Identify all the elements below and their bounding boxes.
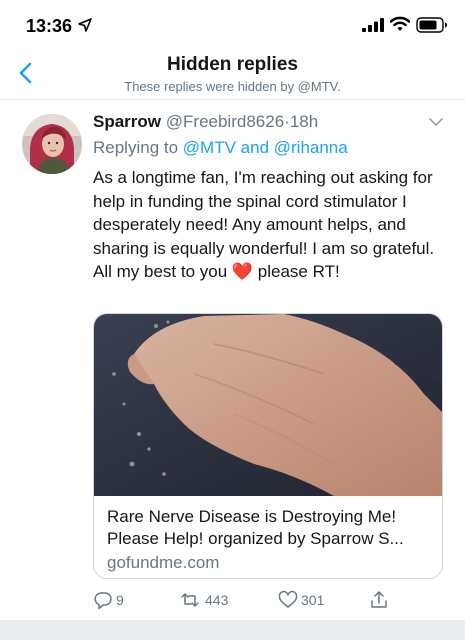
reply-icon: [94, 592, 112, 610]
card-text: Rare Nerve Disease is Destroying Me! Ple…: [107, 506, 433, 574]
tweet-time[interactable]: 18h: [290, 112, 318, 131]
status-bar: 13:36: [0, 0, 465, 48]
card-title: Rare Nerve Disease is Destroying Me! Ple…: [107, 507, 404, 548]
retweet-button[interactable]: 443: [178, 588, 228, 612]
retweet-icon: [181, 593, 199, 607]
link-card[interactable]: Rare Nerve Disease is Destroying Me! Ple…: [93, 313, 443, 579]
tweet-actions: 9 443 301: [93, 588, 443, 612]
reply-count: 9: [116, 592, 124, 608]
reply-button[interactable]: 9: [93, 588, 124, 612]
like-count: 301: [301, 592, 325, 608]
replying-to: Replying to @MTV and @rihanna: [93, 138, 348, 158]
avatar[interactable]: [22, 114, 82, 174]
status-time: 13:36: [26, 16, 73, 36]
mention-rihanna[interactable]: @rihanna: [274, 138, 348, 157]
heart-emoji: ❤️: [231, 262, 254, 281]
replying-and[interactable]: and: [236, 138, 274, 157]
wifi-icon: [390, 16, 410, 31]
signal-icon: [362, 18, 384, 32]
display-name[interactable]: Sparrow: [93, 112, 161, 131]
share-icon: [371, 591, 387, 608]
battery-icon: [416, 17, 447, 33]
card-domain: gofundme.com: [107, 553, 220, 572]
bottom-divider: [0, 620, 465, 640]
chevron-down-icon[interactable]: [428, 114, 444, 130]
hidden-reply-tweet[interactable]: Sparrow @Freebird8626·18h Replying to @M…: [0, 100, 465, 618]
location-arrow-icon: [78, 18, 92, 32]
page-title: Hidden replies: [167, 54, 298, 75]
share-button[interactable]: [369, 588, 392, 612]
user-handle[interactable]: @Freebird8626: [166, 112, 284, 131]
tweet-text: As a longtime fan, I'm reaching out aski…: [93, 166, 443, 284]
retweet-count: 443: [205, 592, 229, 608]
nav-header: Hidden replies These replies were hidden…: [0, 48, 465, 100]
mention-mtv[interactable]: @MTV: [183, 138, 236, 157]
like-button[interactable]: 301: [278, 588, 324, 612]
tweet-header: Sparrow @Freebird8626·18h: [93, 112, 318, 132]
tweet-body-end: please RT!: [253, 262, 340, 281]
like-icon: [278, 590, 298, 608]
page-subtitle: These replies were hidden by @MTV.: [124, 79, 341, 94]
card-image: [94, 314, 442, 496]
replying-prefix: Replying to: [93, 138, 183, 157]
